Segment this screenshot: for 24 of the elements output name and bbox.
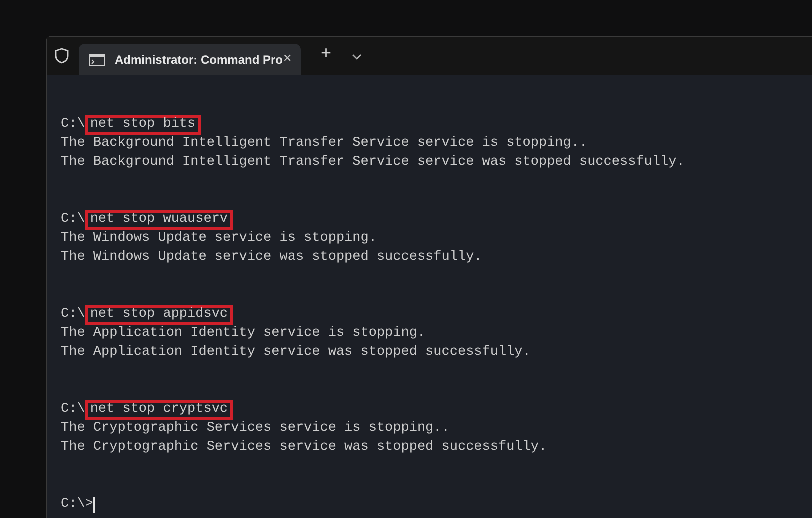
command-text: net stop appidsvc <box>85 304 234 324</box>
terminal-tab[interactable]: Administrator: Command Pro✕ <box>79 44 301 75</box>
command-prompt: C:\ <box>61 401 86 419</box>
output-line: The Cryptographic Services service was stopped successfully. <box>61 439 548 457</box>
output-line: The Cryptographic Services service is stopping.. <box>61 420 450 438</box>
output-line: The Application Identity service was stopped successfully. <box>61 344 531 362</box>
close-tab-button[interactable]: ✕ <box>283 51 292 68</box>
output-line: The Background Intelligent Transfer Service service is stopping.. <box>61 135 588 153</box>
command-text: net stop bits <box>85 114 201 134</box>
output-line: The Background Intelligent Transfer Service service was stopped successfully. <box>61 154 685 172</box>
command-text: net stop cryptsvc <box>85 400 234 420</box>
dropdown-chevron-icon[interactable] <box>352 54 362 60</box>
new-tab-button[interactable]: + <box>315 40 338 67</box>
output-line: The Windows Update service is stopping. <box>61 230 377 248</box>
command-prompt: C:\ <box>61 306 86 324</box>
command-prompt: C:\ <box>61 116 86 134</box>
output-line: The Windows Update service was stopped successfully. <box>61 249 482 267</box>
console-icon <box>89 54 105 66</box>
tab-title: Administrator: Command Pro <box>115 52 284 68</box>
command-prompt: C:\ <box>61 211 86 229</box>
output-line: The Application Identity service is stopping. <box>61 325 426 343</box>
command-text: net stop wuauserv <box>85 210 234 230</box>
shield-icon <box>55 48 69 64</box>
command-prompt: C:\> <box>61 496 94 514</box>
